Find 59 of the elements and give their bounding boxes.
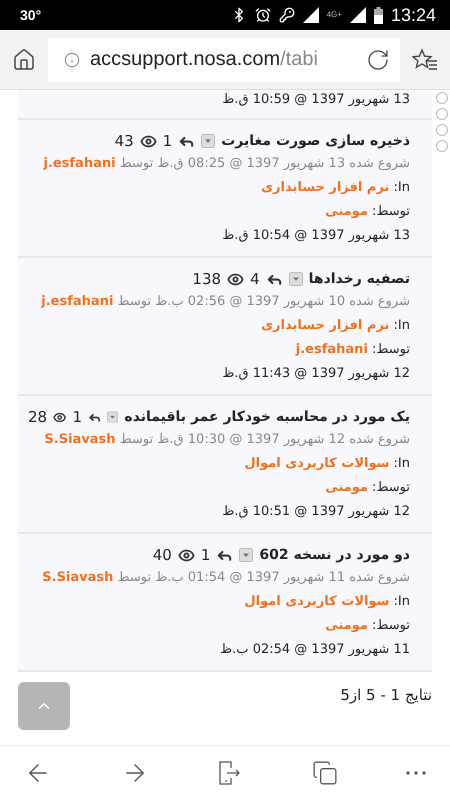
dropdown-icon[interactable] [288, 272, 303, 286]
tabs-icon [312, 760, 338, 786]
view-count: 138 [192, 270, 222, 288]
view-count: 43 [114, 132, 134, 150]
forum-link[interactable]: سوالات کاربردی اموال [244, 456, 390, 471]
last-poster-link[interactable]: مومنی [325, 480, 368, 495]
reply-count: 1 [200, 546, 210, 564]
pager-dot-icon [436, 108, 448, 120]
last-post-date: 12 شهریور 1397 @ 10:51 ق.ظ [221, 503, 410, 521]
reply-count: 4 [250, 270, 260, 288]
topic-title[interactable]: دو مورد در نسخه 602 [259, 547, 410, 563]
forum-link[interactable]: نرم افزار حسابداری [261, 180, 390, 195]
pager-dot-icon [436, 124, 448, 136]
more-icon [406, 771, 426, 775]
topic-title[interactable]: یک مورد در محاسبه خودکار عمر باقیمانده [124, 409, 410, 425]
last-poster-link[interactable]: مومنی [325, 204, 368, 219]
favorites-icon[interactable] [412, 48, 438, 72]
last-post-date: 13 شهریور 1397 @ 10:59 ق.ظ [221, 91, 410, 109]
pager-dot-icon [436, 140, 448, 152]
topic-title[interactable]: تصفیه رخدادها [308, 271, 410, 287]
refresh-icon[interactable] [366, 48, 390, 72]
reply-count: 1 [162, 132, 172, 150]
forum-link[interactable]: سوالات کاربردی اموال [244, 594, 390, 609]
signal-icon [302, 7, 319, 23]
author-link[interactable]: S.Siavash [42, 570, 114, 585]
key-icon [278, 7, 295, 23]
last-post-date: 11 شهریور 1397 @ 02:54 ب.ظ [219, 641, 410, 659]
last-post-date: 12 شهریور 1397 @ 11:43 ق.ظ [221, 365, 410, 383]
results-count: نتایج 1 - 5 از5 [340, 685, 432, 704]
dropdown-icon[interactable] [107, 410, 118, 424]
signal-icon [350, 7, 366, 23]
eye-icon [227, 270, 244, 288]
view-count: 40 [152, 546, 172, 564]
dropdown-icon[interactable] [239, 548, 254, 562]
last-poster-link[interactable]: مومنی [325, 618, 368, 633]
last-poster-line: توسط: مومنی [324, 617, 410, 635]
view-count: 28 [28, 408, 48, 426]
alarm-icon [254, 7, 271, 23]
forum-link[interactable]: نرم افزار حسابداری [261, 318, 390, 333]
author-link[interactable]: S.Siavash [44, 432, 116, 447]
author-link[interactable]: j.esfahani [43, 156, 116, 171]
info-icon [64, 52, 80, 68]
battery-icon [374, 6, 383, 24]
home-button[interactable] [12, 48, 36, 72]
author-link[interactable]: j.esfahani [41, 294, 114, 309]
reply-count: 1 [72, 408, 82, 426]
clock-time: 13:24 [390, 4, 436, 26]
address-field[interactable]: accsupport.nosa.com/tabi [48, 38, 400, 82]
dropdown-icon[interactable] [201, 134, 216, 148]
pager-dot-icon [436, 92, 448, 104]
last-post-date: 13 شهریور 1397 @ 10:54 ق.ظ [221, 227, 410, 245]
temperature: 30° [20, 7, 42, 23]
eye-icon [178, 546, 195, 564]
network-type: 4G+ [326, 11, 342, 19]
topic-title[interactable]: ذخیره سازی صورت مغایرت [221, 133, 410, 149]
last-poster-line: توسط: مومنی [324, 203, 410, 221]
last-poster-link[interactable]: j.esfahani [296, 342, 368, 357]
eye-icon [140, 132, 157, 150]
last-poster-line: توسط: مومنی [324, 479, 410, 497]
